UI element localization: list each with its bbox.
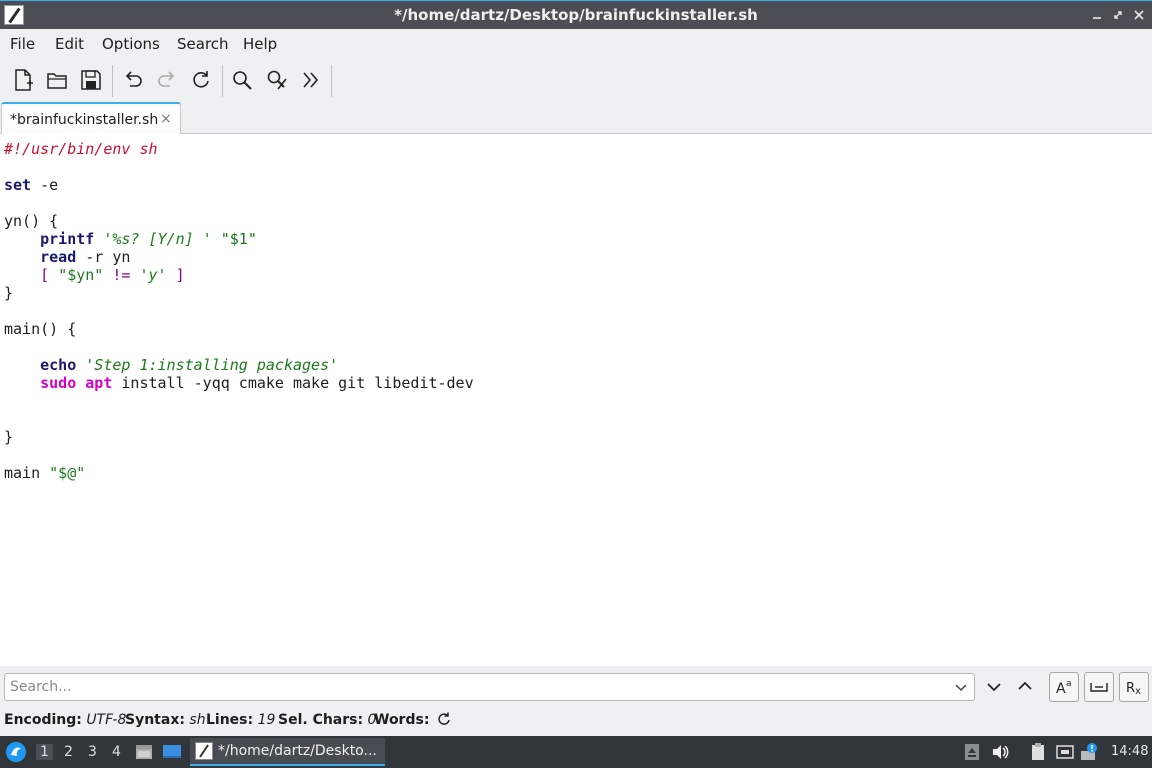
workspace-2[interactable]: 2 xyxy=(64,744,73,760)
toolbar-separator xyxy=(222,65,223,97)
clipboard-icon[interactable] xyxy=(1028,742,1048,762)
tab-label: *brainfuckinstaller.sh xyxy=(10,112,159,128)
workspace-1[interactable]: 1 xyxy=(36,744,53,760)
status-syntax: Syntax: sh xyxy=(125,712,206,728)
svg-text:x: x xyxy=(1135,686,1141,697)
redo-icon[interactable] xyxy=(154,67,180,93)
network-icon[interactable] xyxy=(1055,742,1075,762)
tab-bar: *brainfuckinstaller.sh × xyxy=(0,102,1152,135)
search-history-dropdown-icon[interactable] xyxy=(952,678,970,696)
toolbar-separator xyxy=(112,65,113,97)
close-icon[interactable] xyxy=(1130,6,1148,24)
whole-word-icon[interactable] xyxy=(1084,672,1114,702)
save-icon[interactable] xyxy=(78,67,104,93)
code-line-11: main() { xyxy=(4,320,77,338)
code-line-1: #!/usr/bin/env sh xyxy=(4,140,158,158)
featherpad-task-icon xyxy=(195,742,213,760)
window-title: */home/dartz/Desktop/brainfuckinstaller.… xyxy=(394,6,758,24)
code-line-7: read -r yn xyxy=(40,248,131,266)
tab-brainfuckinstaller[interactable]: *brainfuckinstaller.sh × xyxy=(1,102,181,135)
find-next-icon[interactable] xyxy=(980,672,1008,701)
tab-close-icon[interactable]: × xyxy=(160,111,172,127)
code-line-8: [ "$yn" != 'y' ] xyxy=(40,266,185,284)
search-bar: Aa Rx xyxy=(0,666,1152,706)
code-line-5: yn() { xyxy=(4,212,59,230)
find-icon[interactable] xyxy=(229,67,255,93)
menu-edit[interactable]: Edit xyxy=(55,35,84,53)
svg-text:R: R xyxy=(1126,681,1135,696)
find-replace-icon[interactable] xyxy=(264,67,290,93)
open-folder-icon[interactable] xyxy=(44,67,70,93)
refresh-word-count-icon[interactable] xyxy=(436,711,452,731)
search-box xyxy=(4,673,975,701)
code-line-14: sudo apt install -yqq cmake make git lib… xyxy=(40,374,474,392)
code-line-3: set -e xyxy=(4,176,59,194)
workspace-4[interactable]: 4 xyxy=(112,744,121,760)
more-tools-icon[interactable] xyxy=(298,67,324,93)
menu-file[interactable]: File xyxy=(10,35,35,53)
file-manager-icon[interactable] xyxy=(134,742,154,762)
workspace-3[interactable]: 3 xyxy=(88,744,97,760)
clock[interactable]: 14:48 xyxy=(1111,744,1148,759)
menu-search[interactable]: Search xyxy=(177,35,229,53)
status-words: Words: xyxy=(374,712,430,728)
code-line-9: } xyxy=(4,284,14,302)
match-case-icon[interactable]: Aa xyxy=(1049,672,1079,702)
taskbar-window-label: */home/dartz/Deskto... xyxy=(218,743,377,759)
taskbar-window-featherpad[interactable]: */home/dartz/Deskto... xyxy=(190,738,385,766)
menu-bar: File Edit Options Search Help xyxy=(0,29,1152,57)
toolbar xyxy=(0,57,1152,102)
code-line-17: } xyxy=(4,428,14,446)
tray-eject-icon[interactable] xyxy=(962,742,982,762)
reload-icon[interactable] xyxy=(188,67,214,93)
svg-text:A: A xyxy=(1056,681,1066,697)
code-line-13: echo 'Step 1:installing packages' xyxy=(40,356,339,374)
start-menu-icon[interactable] xyxy=(5,741,27,763)
menu-help[interactable]: Help xyxy=(243,35,277,53)
toolbar-separator xyxy=(331,65,332,97)
code-line-6: printf '%s? [Y/n] ' "$1" xyxy=(40,230,257,248)
notification-icon[interactable] xyxy=(1080,742,1100,762)
find-previous-icon[interactable] xyxy=(1011,672,1039,701)
regex-icon[interactable]: Rx xyxy=(1119,672,1149,702)
window-titlebar: */home/dartz/Desktop/brainfuckinstaller.… xyxy=(0,0,1152,29)
status-sel-chars: Sel. Chars: 0 xyxy=(278,712,377,728)
undo-icon[interactable] xyxy=(120,67,146,93)
minimize-icon[interactable] xyxy=(1088,6,1106,24)
maximize-icon[interactable] xyxy=(1109,6,1127,24)
search-input[interactable] xyxy=(10,677,940,697)
code-editor[interactable]: #!/usr/bin/env sh set -e yn() { printf '… xyxy=(0,134,1152,666)
volume-icon[interactable] xyxy=(990,742,1010,762)
taskbar: 1 2 3 4 */home/dartz/Deskto... 14:48 xyxy=(0,736,1152,768)
status-encoding: Encoding: UTF-8 xyxy=(4,712,127,728)
svg-text:a: a xyxy=(1066,679,1072,689)
new-file-icon[interactable] xyxy=(10,67,36,93)
show-desktop-icon[interactable] xyxy=(162,742,182,762)
code-line-19: main "$@" xyxy=(4,464,86,482)
menu-options[interactable]: Options xyxy=(102,35,160,53)
status-bar: Encoding: UTF-8 Syntax: sh Lines: 19 Sel… xyxy=(0,706,1152,736)
status-lines: Lines: 19 xyxy=(206,712,276,728)
